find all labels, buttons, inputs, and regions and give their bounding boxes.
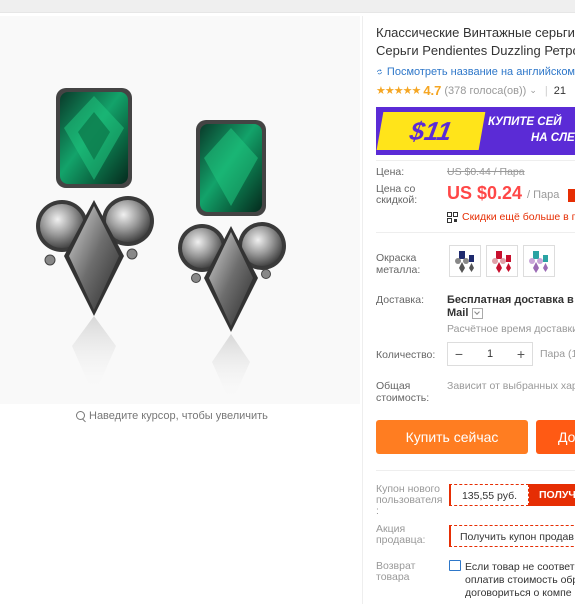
quantity-minus-button[interactable]: − — [448, 346, 470, 362]
banner-amount: $11 — [376, 112, 486, 150]
seller-promo-label: Акция продавца: — [376, 523, 426, 546]
swatch-red[interactable] — [486, 245, 518, 277]
column-divider — [362, 16, 363, 604]
shipping-value: Бесплатная доставка в R — [447, 294, 575, 306]
price-label: Цена: — [376, 166, 405, 178]
chevron-down-icon[interactable] — [472, 307, 484, 319]
discount-price-label: Цена со скидкой: — [376, 183, 418, 206]
top-bar — [0, 0, 575, 13]
buy-now-button[interactable]: Купить сейчас — [376, 420, 528, 454]
product-title-line2: Серьги Pendientes Duzzling Ретро — [376, 43, 575, 58]
return-text-line1: Если товар не соответс — [465, 561, 575, 573]
swatch-navy[interactable] — [449, 245, 481, 277]
qr-code-icon — [447, 211, 458, 223]
return-text-line2: оплатив стоимость обр — [465, 574, 575, 586]
magnifier-icon — [76, 411, 85, 420]
current-price: US $0.24 — [447, 183, 523, 203]
quantity-plus-button[interactable]: + — [510, 346, 532, 362]
swatch-teal[interactable] — [523, 245, 555, 277]
translate-icon — [377, 69, 382, 75]
rating-value: 4.7 — [423, 83, 442, 98]
earrings-image — [36, 88, 286, 404]
shipping-method[interactable]: Mail — [447, 307, 484, 319]
zoom-hint: Наведите курсор, чтобы увеличить — [76, 410, 268, 422]
shipping-label: Доставка: — [376, 294, 425, 306]
product-image[interactable] — [0, 16, 360, 404]
orders-count: 21 — [553, 84, 566, 97]
translate-link-text: Посмотреть название на английском — [386, 66, 575, 78]
old-price: US $0.44 / Пара — [447, 166, 525, 178]
earring-red-icon — [492, 251, 511, 273]
promo-link[interactable]: Скидки ещё больше в п — [447, 211, 575, 223]
total-label: Общая стоимость: — [376, 380, 430, 404]
new-user-coupon-amount: 135,55 руб. — [449, 484, 529, 506]
earring-teal-icon — [529, 251, 548, 273]
promo-text: Скидки ещё больше в п — [462, 211, 575, 223]
promo-banner[interactable]: $11 КУПИТЕ СЕЙ НА СЛЕ — [376, 107, 575, 155]
delivery-eta: Расчётное время доставки — [447, 323, 575, 335]
add-to-cart-button[interactable]: До — [536, 420, 575, 454]
banner-text-line1: КУПИТЕ СЕЙ — [488, 116, 562, 128]
zoom-hint-text: Наведите курсор, чтобы увеличить — [89, 410, 268, 422]
return-label: Возврат товара — [376, 560, 416, 583]
product-header: Классические Винтажные серьги Серьги Pen… — [376, 24, 575, 98]
quantity-stepper[interactable]: − 1 + — [447, 342, 533, 366]
total-value: Зависит от выбранных хар — [447, 380, 575, 392]
divider — [376, 232, 575, 233]
quantity-value[interactable]: 1 — [487, 348, 493, 360]
quantity-unit: Пара (1 — [540, 348, 575, 360]
separator: | — [544, 84, 548, 97]
get-coupon-button[interactable]: ПОЛУЧИ — [529, 484, 575, 506]
banner-text-line2: НА СЛЕ — [531, 132, 575, 144]
new-user-coupon-label: Купон нового пользователя : — [376, 483, 443, 517]
divider — [376, 160, 575, 161]
earring-navy-icon — [455, 251, 474, 273]
translate-link[interactable]: Посмотреть название на английском — [376, 65, 575, 79]
return-policy-icon — [449, 560, 461, 571]
return-text-line3: договориться о компе — [465, 587, 572, 599]
return-policy: Если товар не соответс оплатив стоимость… — [449, 560, 575, 600]
color-label: Окраска металла: — [376, 252, 421, 276]
divider — [376, 470, 575, 471]
seller-coupon-button[interactable]: Получить купон продав — [449, 525, 575, 547]
rating-stars-icon: ★★★★★ — [376, 85, 421, 97]
price-unit: / Пара — [527, 189, 560, 201]
quantity-label: Количество: — [376, 349, 436, 361]
rating-row: ★★★★★ 4.7 (378 голоса(ов)) ⌄ | 21 — [376, 83, 575, 98]
product-title-line1: Классические Винтажные серьги — [376, 25, 575, 40]
votes-count[interactable]: (378 голоса(ов)) — [444, 85, 526, 97]
chevron-down-icon[interactable]: ⌄ — [529, 85, 537, 96]
shipping-method-text: Mail — [447, 307, 469, 319]
discount-badge — [568, 189, 575, 202]
